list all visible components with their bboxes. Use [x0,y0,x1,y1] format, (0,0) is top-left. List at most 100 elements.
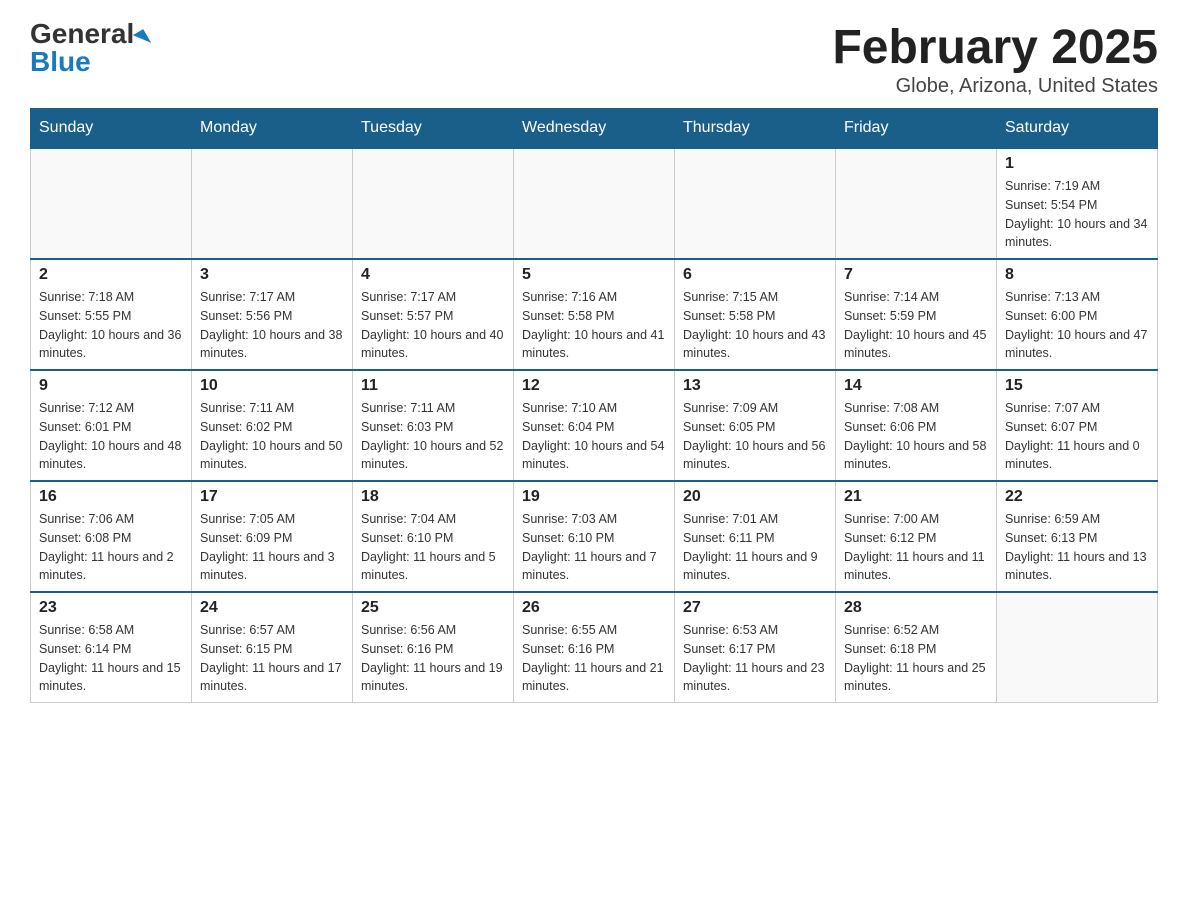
day-number: 9 [39,377,183,395]
day-number: 11 [361,377,505,395]
day-number: 4 [361,266,505,284]
table-row [675,148,836,259]
table-row: 3Sunrise: 7:17 AMSunset: 5:56 PMDaylight… [192,259,353,370]
day-info: Sunrise: 7:16 AMSunset: 5:58 PMDaylight:… [522,288,666,363]
logo-arrow-icon [133,29,151,49]
day-number: 22 [1005,488,1149,506]
calendar-week-row: 2 Sunrise: 7:18 AMSunset: 5:55 PMDaylight… [31,259,1158,370]
table-row: 19Sunrise: 7:03 AMSunset: 6:10 PMDayligh… [514,481,675,592]
table-row: 26 Sunrise: 6:55 AMSunset: 6:16 PMDayligh… [514,592,675,703]
table-row: 4 Sunrise: 7:17 AMSunset: 5:57 PMDaylight… [353,259,514,370]
table-row: 28 Sunrise: 6:52 AMSunset: 6:18 PMDayligh… [836,592,997,703]
day-info: Sunrise: 7:19 AMSunset: 5:54 PMDaylight:… [1005,177,1149,252]
table-row: 18 Sunrise: 7:04 AMSunset: 6:10 PMDayligh… [353,481,514,592]
day-number: 2 [39,266,183,284]
day-info: Sunrise: 7:05 AMSunset: 6:09 PMDaylight:… [200,510,344,585]
day-number: 23 [39,599,183,617]
table-row: 1 Sunrise: 7:19 AMSunset: 5:54 PMDaylight… [997,148,1158,259]
table-row: 23 Sunrise: 6:58 AMSunset: 6:14 PMDayligh… [31,592,192,703]
day-info: Sunrise: 7:14 AMSunset: 5:59 PMDaylight:… [844,288,988,363]
day-info: Sunrise: 7:11 AMSunset: 6:02 PMDaylight:… [200,399,344,474]
table-row: 25 Sunrise: 6:56 AMSunset: 6:16 PMDayligh… [353,592,514,703]
table-row: 10 Sunrise: 7:11 AMSunset: 6:02 PMDayligh… [192,370,353,481]
calendar-week-row: 16 Sunrise: 7:06 AMSunset: 6:08 PMDayligh… [31,481,1158,592]
day-number: 25 [361,599,505,617]
table-row: 5 Sunrise: 7:16 AMSunset: 5:58 PMDaylight… [514,259,675,370]
day-info: Sunrise: 7:15 AMSunset: 5:58 PMDaylight:… [683,288,827,363]
col-tuesday: Tuesday [353,109,514,149]
table-row: 16 Sunrise: 7:06 AMSunset: 6:08 PMDayligh… [31,481,192,592]
day-info: Sunrise: 7:09 AMSunset: 6:05 PMDaylight:… [683,399,827,474]
table-row: 13Sunrise: 7:09 AMSunset: 6:05 PMDayligh… [675,370,836,481]
day-info: Sunrise: 7:17 AMSunset: 5:57 PMDaylight:… [361,288,505,363]
day-info: Sunrise: 6:56 AMSunset: 6:16 PMDaylight:… [361,621,505,696]
col-saturday: Saturday [997,109,1158,149]
table-row: 7 Sunrise: 7:14 AMSunset: 5:59 PMDaylight… [836,259,997,370]
col-sunday: Sunday [31,109,192,149]
table-row [997,592,1158,703]
calendar-table: Sunday Monday Tuesday Wednesday Thursday… [30,108,1158,703]
calendar-week-row: 23 Sunrise: 6:58 AMSunset: 6:14 PMDayligh… [31,592,1158,703]
page-title: February 2025 [832,20,1158,75]
table-row: 24Sunrise: 6:57 AMSunset: 6:15 PMDayligh… [192,592,353,703]
calendar-header-row: Sunday Monday Tuesday Wednesday Thursday… [31,109,1158,149]
day-number: 26 [522,599,666,617]
day-info: Sunrise: 6:52 AMSunset: 6:18 PMDaylight:… [844,621,988,696]
day-number: 20 [683,488,827,506]
day-number: 27 [683,599,827,617]
table-row: 8Sunrise: 7:13 AMSunset: 6:00 PMDaylight… [997,259,1158,370]
table-row: 11Sunrise: 7:11 AMSunset: 6:03 PMDayligh… [353,370,514,481]
table-row: 20Sunrise: 7:01 AMSunset: 6:11 PMDayligh… [675,481,836,592]
table-row [514,148,675,259]
calendar-week-row: 9 Sunrise: 7:12 AMSunset: 6:01 PMDaylight… [31,370,1158,481]
day-info: Sunrise: 7:04 AMSunset: 6:10 PMDaylight:… [361,510,505,585]
table-row: 22 Sunrise: 6:59 AMSunset: 6:13 PMDayligh… [997,481,1158,592]
day-info: Sunrise: 6:59 AMSunset: 6:13 PMDaylight:… [1005,510,1149,585]
day-info: Sunrise: 7:18 AMSunset: 5:55 PMDaylight:… [39,288,183,363]
day-number: 15 [1005,377,1149,395]
logo-blue-text: Blue [30,46,91,77]
day-number: 7 [844,266,988,284]
table-row [192,148,353,259]
day-number: 16 [39,488,183,506]
day-number: 1 [1005,155,1149,173]
table-row [836,148,997,259]
calendar-week-row: 1 Sunrise: 7:19 AMSunset: 5:54 PMDaylight… [31,148,1158,259]
day-info: Sunrise: 7:12 AMSunset: 6:01 PMDaylight:… [39,399,183,474]
col-monday: Monday [192,109,353,149]
day-info: Sunrise: 6:55 AMSunset: 6:16 PMDaylight:… [522,621,666,696]
logo: General Blue [30,20,148,76]
day-number: 14 [844,377,988,395]
day-info: Sunrise: 6:58 AMSunset: 6:14 PMDaylight:… [39,621,183,696]
day-number: 18 [361,488,505,506]
day-info: Sunrise: 7:07 AMSunset: 6:07 PMDaylight:… [1005,399,1149,474]
table-row: 27Sunrise: 6:53 AMSunset: 6:17 PMDayligh… [675,592,836,703]
col-thursday: Thursday [675,109,836,149]
table-row: 17 Sunrise: 7:05 AMSunset: 6:09 PMDayligh… [192,481,353,592]
table-row: 6Sunrise: 7:15 AMSunset: 5:58 PMDaylight… [675,259,836,370]
table-row [31,148,192,259]
page-header: General Blue February 2025 Globe, Arizon… [30,20,1158,98]
table-row: 21Sunrise: 7:00 AMSunset: 6:12 PMDayligh… [836,481,997,592]
table-row [353,148,514,259]
day-info: Sunrise: 7:13 AMSunset: 6:00 PMDaylight:… [1005,288,1149,363]
day-info: Sunrise: 7:06 AMSunset: 6:08 PMDaylight:… [39,510,183,585]
day-number: 17 [200,488,344,506]
day-number: 12 [522,377,666,395]
day-info: Sunrise: 6:57 AMSunset: 6:15 PMDaylight:… [200,621,344,696]
table-row: 14 Sunrise: 7:08 AMSunset: 6:06 PMDayligh… [836,370,997,481]
col-friday: Friday [836,109,997,149]
table-row: 2 Sunrise: 7:18 AMSunset: 5:55 PMDaylight… [31,259,192,370]
day-number: 28 [844,599,988,617]
title-block: February 2025 Globe, Arizona, United Sta… [832,20,1158,98]
day-number: 10 [200,377,344,395]
day-info: Sunrise: 7:08 AMSunset: 6:06 PMDaylight:… [844,399,988,474]
col-wednesday: Wednesday [514,109,675,149]
page-subtitle: Globe, Arizona, United States [832,75,1158,98]
day-info: Sunrise: 7:10 AMSunset: 6:04 PMDaylight:… [522,399,666,474]
table-row: 9 Sunrise: 7:12 AMSunset: 6:01 PMDaylight… [31,370,192,481]
logo-top-line: General [30,20,148,48]
day-number: 5 [522,266,666,284]
day-info: Sunrise: 7:00 AMSunset: 6:12 PMDaylight:… [844,510,988,585]
table-row: 12 Sunrise: 7:10 AMSunset: 6:04 PMDayligh… [514,370,675,481]
